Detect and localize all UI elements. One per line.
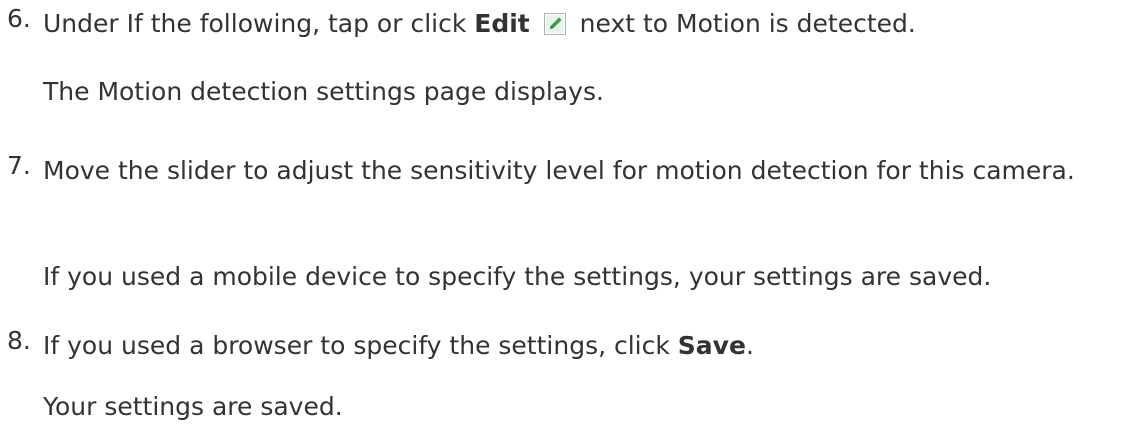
step-6-result: The Motion detection settings page displ… xyxy=(43,77,604,106)
step-number: 8. xyxy=(7,326,31,355)
step-8-result: Your settings are saved. xyxy=(43,392,343,421)
step-8: 8. If you used a browser to specify the … xyxy=(0,326,754,365)
edit-label: Edit xyxy=(474,9,530,38)
step-6: 6. Under If the following, tap or click … xyxy=(0,4,916,43)
step-7-result: If you used a mobile device to specify t… xyxy=(43,262,992,291)
step-text: Move the slider to adjust the sensitivit… xyxy=(43,156,1075,185)
step-number: 7. xyxy=(7,151,31,180)
save-label: Save xyxy=(677,331,746,360)
step-number: 6. xyxy=(7,4,31,33)
step-text: Under If the following, tap or click Edi… xyxy=(43,7,916,38)
step-text: If you used a browser to specify the set… xyxy=(43,331,754,360)
step-7: 7. Move the slider to adjust the sensiti… xyxy=(0,151,1133,190)
edit-pencil-icon xyxy=(543,7,566,35)
